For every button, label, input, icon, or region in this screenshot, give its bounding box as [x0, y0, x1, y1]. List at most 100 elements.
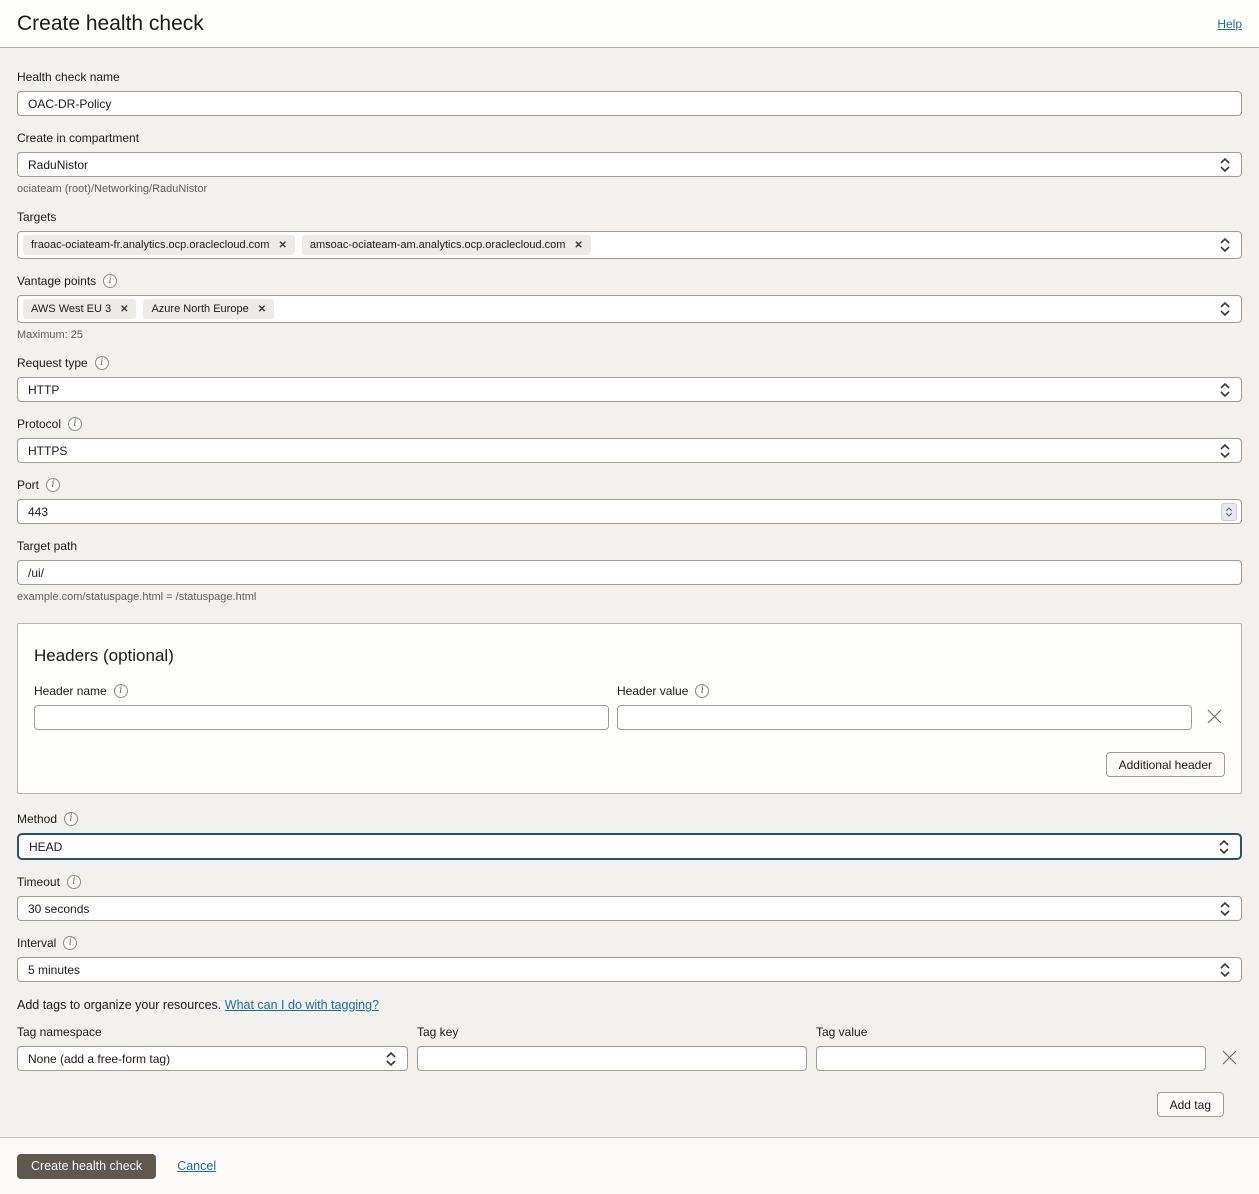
vantage-points-label: Vantage points — [17, 274, 97, 288]
remove-chip-icon[interactable]: ✕ — [278, 240, 286, 251]
tag-namespace-select[interactable]: None (add a free-form tag) — [17, 1046, 408, 1071]
remove-chip-icon[interactable]: ✕ — [574, 240, 582, 251]
tag-value-field: Tag value — [816, 1025, 1206, 1071]
remove-chip-icon[interactable]: ✕ — [120, 304, 128, 315]
vantage-point-chip: Azure North Europe ✕ — [143, 299, 275, 319]
chevron-updown-icon — [1220, 901, 1230, 916]
tag-namespace-label: Tag namespace — [17, 1025, 102, 1039]
target-path-label: Target path — [17, 539, 78, 553]
interval-select[interactable]: 5 minutes — [17, 957, 1242, 982]
additional-header-button[interactable]: Additional header — [1105, 752, 1225, 777]
compartment-label: Create in compartment — [17, 131, 140, 145]
tag-value-label: Tag value — [816, 1025, 868, 1039]
chevron-updown-icon — [1220, 443, 1230, 458]
stepper-updown-icon — [1225, 506, 1233, 517]
info-icon[interactable]: i — [94, 356, 109, 370]
page-header: Create health check Help — [0, 0, 1259, 48]
info-icon[interactable]: i — [68, 417, 83, 431]
targets-field: Targets fraoac-ociateam-fr.analytics.ocp… — [17, 210, 1242, 259]
target-path-hint: example.com/statuspage.html = /statuspag… — [17, 591, 257, 603]
create-health-check-button[interactable]: Create health check — [17, 1153, 157, 1179]
chevron-updown-icon — [1220, 962, 1230, 977]
target-chip: amsoac-ociateam-am.analytics.ocp.oraclec… — [301, 235, 591, 255]
target-chip: fraoac-ociateam-fr.analytics.ocp.oraclec… — [23, 235, 295, 255]
header-name-field: Header name i — [34, 684, 609, 730]
port-field: Port i 443 — [17, 478, 1242, 524]
timeout-value: 30 seconds — [28, 901, 90, 916]
info-icon[interactable]: i — [64, 812, 79, 826]
target-path-input[interactable] — [17, 560, 1242, 585]
remove-header-row-icon[interactable] — [1206, 708, 1223, 725]
chevron-updown-icon — [386, 1051, 396, 1066]
compartment-value: RaduNistor — [28, 157, 89, 172]
port-value: 443 — [28, 504, 49, 519]
header-value-input[interactable] — [617, 705, 1192, 730]
timeout-label: Timeout — [17, 875, 60, 889]
info-icon[interactable]: i — [695, 684, 710, 698]
chevron-updown-icon — [1220, 157, 1230, 172]
info-icon[interactable]: i — [66, 875, 81, 889]
chevron-updown-icon — [1219, 839, 1229, 854]
tag-namespace-field: Tag namespace None (add a free-form tag) — [17, 1025, 408, 1071]
tag-key-input[interactable] — [417, 1046, 807, 1071]
info-icon[interactable]: i — [63, 936, 78, 950]
method-field: Method i HEAD — [17, 812, 1242, 860]
form-content: Health check name Create in compartment … — [0, 48, 1259, 1117]
protocol-value: HTTPS — [28, 443, 68, 458]
chevron-updown-icon — [1220, 238, 1230, 252]
request-type-value: HTTP — [28, 382, 60, 397]
interval-label: Interval — [17, 936, 57, 950]
interval-field: Interval i 5 minutes — [17, 936, 1242, 982]
target-path-field: Target path example.com/statuspage.html … — [17, 539, 1242, 603]
info-icon[interactable]: i — [46, 478, 61, 492]
protocol-select[interactable]: HTTPS — [17, 438, 1242, 463]
tags-intro-text: Add tags to organize your resources. — [17, 998, 222, 1012]
port-label: Port — [17, 478, 40, 492]
info-icon[interactable]: i — [113, 684, 128, 698]
remove-tag-row-icon[interactable] — [1221, 1049, 1238, 1066]
form-footer: Create health check Cancel — [0, 1137, 1259, 1194]
targets-select[interactable]: fraoac-ociateam-fr.analytics.ocp.oraclec… — [17, 231, 1242, 259]
port-input[interactable]: 443 — [17, 499, 1242, 524]
target-chip-label: amsoac-ociateam-am.analytics.ocp.oraclec… — [309, 239, 566, 251]
method-select[interactable]: HEAD — [17, 833, 1242, 860]
tag-key-label: Tag key — [417, 1025, 459, 1039]
timeout-select[interactable]: 30 seconds — [17, 896, 1242, 921]
method-label: Method — [17, 812, 58, 826]
method-value: HEAD — [29, 839, 63, 854]
tag-value-input[interactable] — [816, 1046, 1206, 1071]
compartment-path-hint: ociateam (root)/Networking/RaduNistor — [17, 183, 208, 195]
page-title: Create health check — [17, 11, 204, 35]
tagging-help-link[interactable]: What can I do with tagging? — [225, 998, 379, 1012]
header-name-input[interactable] — [34, 705, 609, 730]
chevron-updown-icon — [1220, 382, 1230, 397]
interval-value: 5 minutes — [28, 962, 81, 977]
request-type-select[interactable]: HTTP — [17, 377, 1242, 402]
health-check-name-input[interactable] — [17, 91, 1242, 116]
header-value-field: Header value i — [617, 684, 1192, 730]
targets-label: Targets — [17, 210, 57, 224]
tag-key-field: Tag key — [417, 1025, 807, 1071]
vantage-points-max-hint: Maximum: 25 — [17, 329, 84, 341]
cancel-link[interactable]: Cancel — [177, 1159, 216, 1173]
request-type-label: Request type — [17, 356, 88, 370]
vantage-point-chip-label: Azure North Europe — [151, 303, 249, 315]
header-name-label: Header name — [34, 684, 107, 698]
tag-namespace-value: None (add a free-form tag) — [28, 1051, 171, 1066]
request-type-field: Request type i HTTP — [17, 356, 1242, 402]
target-chip-label: fraoac-ociateam-fr.analytics.ocp.oraclec… — [31, 239, 270, 251]
protocol-field: Protocol i HTTPS — [17, 417, 1242, 463]
compartment-field: Create in compartment RaduNistor ociatea… — [17, 131, 1242, 195]
compartment-select[interactable]: RaduNistor — [17, 152, 1242, 177]
header-value-label: Header value — [617, 684, 689, 698]
protocol-label: Protocol — [17, 417, 62, 431]
help-link[interactable]: Help — [1217, 17, 1242, 31]
tags-intro: Add tags to organize your resources. Wha… — [17, 998, 1242, 1012]
vantage-point-chip: AWS West EU 3 ✕ — [23, 299, 137, 319]
timeout-field: Timeout i 30 seconds — [17, 875, 1242, 921]
info-icon[interactable]: i — [103, 274, 118, 288]
tag-row: Tag namespace None (add a free-form tag)… — [17, 1025, 1242, 1071]
vantage-points-select[interactable]: AWS West EU 3 ✕ Azure North Europe ✕ — [17, 295, 1242, 323]
number-stepper[interactable] — [1221, 502, 1237, 521]
remove-chip-icon[interactable]: ✕ — [258, 304, 266, 315]
